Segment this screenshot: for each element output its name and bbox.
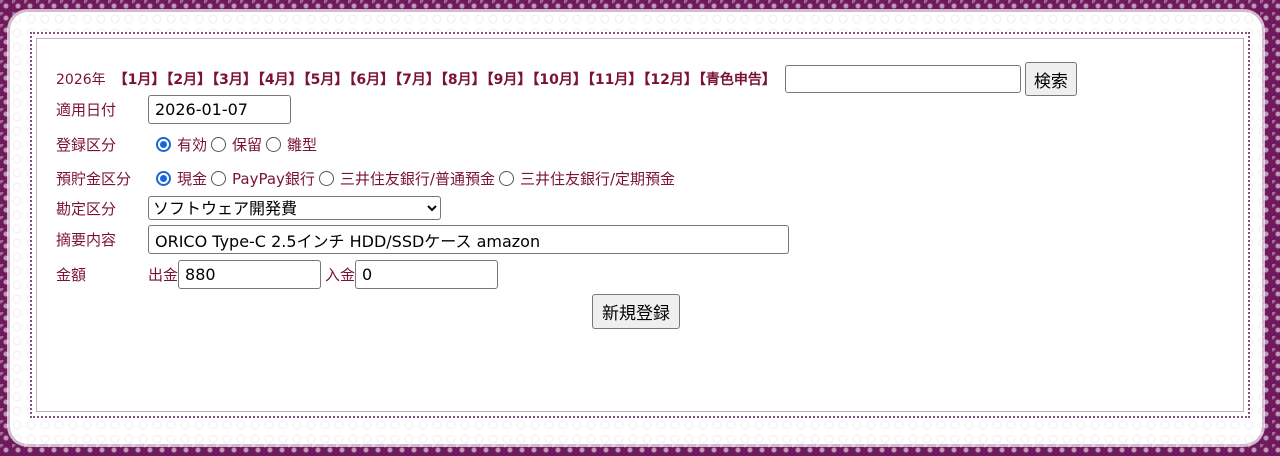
account-option-smbc-ordinary[interactable]: 三井住友銀行/普通預金 (318, 168, 495, 189)
summary-label: 摘要内容 (56, 231, 117, 249)
blue-return-link[interactable]: 【青色申告】 (699, 72, 776, 88)
status-option-template[interactable]: 雛型 (266, 134, 317, 155)
month-link-7[interactable]: 【7月】 (395, 72, 440, 88)
out-amount-input[interactable] (178, 260, 322, 289)
date-row: 適用日付 (56, 95, 291, 124)
summary-row: 摘要内容 (56, 225, 789, 254)
radio-icon[interactable] (211, 137, 227, 152)
month-link-3[interactable]: 【3月】 (212, 72, 257, 88)
account-row: 預貯金区分 現金 PayPay銀行 三井住友銀行/普通預金 三井住友銀行/定期預… (56, 168, 679, 189)
in-amount-input[interactable] (355, 260, 499, 289)
category-label: 勘定区分 (56, 199, 117, 218)
account-option-smbc-fixed[interactable]: 三井住友銀行/定期預金 (498, 168, 675, 189)
account-option-paypay[interactable]: PayPay銀行 (211, 168, 315, 189)
in-label: 入金 (325, 266, 356, 284)
month-link-4[interactable]: 【4月】 (258, 72, 303, 88)
radio-checked-icon[interactable] (156, 137, 171, 152)
radio-icon[interactable] (498, 171, 514, 186)
date-input[interactable] (148, 95, 291, 124)
radio-icon[interactable] (318, 171, 334, 186)
month-link-6[interactable]: 【6月】 (349, 72, 394, 88)
month-nav: 2026年 【1月】【2月】【3月】【4月】【5月】【6月】【7月】【8月】【9… (56, 62, 1077, 96)
category-select[interactable]: ソフトウェア開発費 (148, 196, 441, 220)
summary-input[interactable] (148, 225, 789, 254)
account-label: 預貯金区分 (56, 170, 132, 188)
status-row: 登録区分 有効 保留 雛型 (56, 134, 321, 155)
register-button[interactable]: 新規登録 (592, 294, 680, 329)
amount-row: 金額 出金 入金 (56, 260, 499, 289)
status-label: 登録区分 (56, 136, 117, 154)
month-links: 【1月】【2月】【3月】【4月】【5月】【6月】【7月】【8月】【9月】【10月… (114, 69, 777, 89)
account-option-cash[interactable]: 現金 (156, 168, 207, 189)
month-link-12[interactable]: 【12月】 (643, 72, 697, 88)
month-link-5[interactable]: 【5月】 (304, 72, 349, 88)
year-label: 2026年 (56, 72, 106, 88)
month-link-9[interactable]: 【9月】 (487, 72, 532, 88)
search-input[interactable] (784, 65, 1021, 93)
status-option-hold[interactable]: 保留 (211, 134, 262, 155)
amount-label: 金額 (56, 266, 87, 284)
radio-icon[interactable] (266, 137, 282, 152)
date-label: 適用日付 (56, 101, 117, 119)
out-label: 出金 (148, 266, 179, 284)
month-link-10[interactable]: 【10月】 (532, 72, 586, 88)
status-option-active[interactable]: 有効 (156, 134, 207, 155)
search-button[interactable]: 検索 (1024, 62, 1077, 96)
month-link-8[interactable]: 【8月】 (441, 72, 486, 88)
submit-row: 新規登録 (592, 294, 680, 329)
radio-icon[interactable] (211, 171, 227, 186)
radio-checked-icon[interactable] (156, 171, 171, 186)
month-link-11[interactable]: 【11月】 (588, 72, 642, 88)
month-link-1[interactable]: 【1月】 (114, 72, 166, 88)
month-link-2[interactable]: 【2月】 (166, 72, 211, 88)
category-row: 勘定区分 ソフトウェア開発費 (56, 196, 441, 220)
